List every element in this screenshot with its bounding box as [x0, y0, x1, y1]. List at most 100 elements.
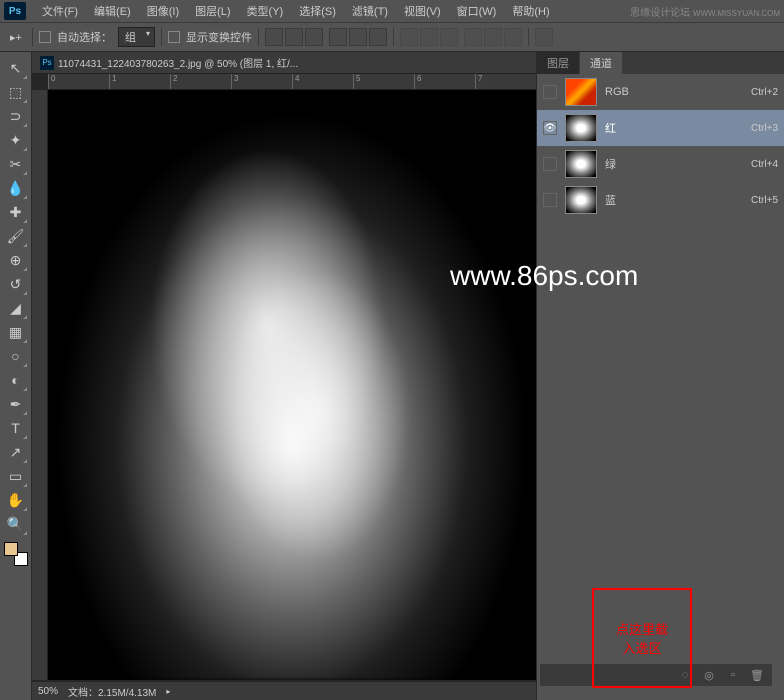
channel-rgb[interactable]: RGB Ctrl+2	[537, 74, 784, 110]
wand-tool-icon[interactable]: ✦	[4, 128, 28, 152]
eyedropper-tool-icon[interactable]: 💧	[4, 176, 28, 200]
divider	[32, 28, 33, 46]
align-button[interactable]	[369, 28, 387, 46]
toolbar: ↖ ⬚ ⊃ ✦ ✂ 💧 ✚ 🖌 ⊕ ↺ ◢ ▦ ○ ◐ ✒ T ↗ ▭ ✋ 🔍	[0, 52, 32, 700]
status-bar: 50% 文档：2.15M/4.13M ▸	[32, 682, 536, 700]
menu-view[interactable]: 视图(V)	[396, 3, 449, 19]
divider	[258, 28, 259, 46]
auto-select-label: 自动选择：	[57, 29, 112, 45]
dodge-tool-icon[interactable]: ◐	[4, 368, 28, 392]
brand-text: 思缘设计论坛 WWW.MISSYUAN.COM	[630, 4, 780, 19]
distribute-button	[420, 28, 438, 46]
auto-select-dropdown[interactable]: 组	[118, 27, 155, 47]
menu-file[interactable]: 文件(F)	[34, 3, 86, 19]
annotation-text: 点这里载	[616, 619, 668, 638]
new-channel-icon[interactable]: ▫	[726, 668, 740, 682]
crop-tool-icon[interactable]: ✂	[4, 152, 28, 176]
ruler-tick: 6	[414, 74, 475, 89]
zoom-tool-icon[interactable]: 🔍	[4, 512, 28, 536]
channel-name: 绿	[605, 156, 743, 172]
menu-edit[interactable]: 编辑(E)	[86, 3, 139, 19]
align-button[interactable]	[305, 28, 323, 46]
channel-thumbnail	[565, 186, 597, 214]
heal-tool-icon[interactable]: ✚	[4, 200, 28, 224]
color-swatches[interactable]	[4, 542, 28, 566]
save-selection-icon[interactable]: ◎	[702, 668, 716, 682]
distribute-group-2	[464, 28, 522, 46]
ruler-vertical	[32, 90, 48, 680]
align-button[interactable]	[285, 28, 303, 46]
align-button[interactable]	[349, 28, 367, 46]
menu-window[interactable]: 窗口(W)	[449, 3, 505, 19]
channel-red[interactable]: 👁 红 Ctrl+3	[537, 110, 784, 146]
pen-tool-icon[interactable]: ✒	[4, 392, 28, 416]
channel-thumbnail	[565, 150, 597, 178]
doc-title: 11074431_122403780263_2.jpg @ 50% (图层 1,…	[58, 55, 298, 70]
type-tool-icon[interactable]: T	[4, 416, 28, 440]
lasso-tool-icon[interactable]: ⊃	[4, 104, 28, 128]
channel-thumbnail	[565, 78, 597, 106]
menu-filter[interactable]: 滤镜(T)	[344, 3, 396, 19]
channel-shortcut: Ctrl+4	[751, 159, 778, 170]
ruler-tick: 3	[231, 74, 292, 89]
canvas-body	[32, 90, 536, 680]
annotation-box: 点这里载 入选区	[592, 588, 692, 688]
path-tool-icon[interactable]: ↗	[4, 440, 28, 464]
move-tool-icon[interactable]: ↖	[4, 56, 28, 80]
ruler-tick: 5	[353, 74, 414, 89]
channel-shortcut: Ctrl+3	[751, 123, 778, 134]
menu-select[interactable]: 选择(S)	[291, 3, 344, 19]
canvas[interactable]	[48, 90, 536, 680]
menu-image[interactable]: 图像(I)	[139, 3, 187, 19]
image-content	[48, 90, 536, 680]
tab-layers[interactable]: 图层	[537, 52, 579, 74]
channel-list: RGB Ctrl+2 👁 红 Ctrl+3 绿 Ctrl+4 蓝 Ctrl+5	[537, 74, 784, 218]
ruler-tick: 4	[292, 74, 353, 89]
menubar: Ps 文件(F) 编辑(E) 图像(I) 图层(L) 类型(Y) 选择(S) 滤…	[0, 0, 784, 22]
align-group-1	[265, 28, 323, 46]
distribute-button	[504, 28, 522, 46]
doc-icon: Ps	[40, 56, 54, 70]
divider	[528, 28, 529, 46]
channel-green[interactable]: 绿 Ctrl+4	[537, 146, 784, 182]
history-brush-tool-icon[interactable]: ↺	[4, 272, 28, 296]
visibility-toggle[interactable]	[543, 157, 557, 171]
channel-blue[interactable]: 蓝 Ctrl+5	[537, 182, 784, 218]
align-group-2	[329, 28, 387, 46]
channel-shortcut: Ctrl+5	[751, 195, 778, 206]
menu-type[interactable]: 类型(Y)	[239, 3, 292, 19]
zoom-level[interactable]: 50%	[38, 686, 58, 697]
eraser-tool-icon[interactable]: ◢	[4, 296, 28, 320]
visibility-toggle[interactable]	[543, 193, 557, 207]
hand-tool-icon[interactable]: ✋	[4, 488, 28, 512]
divider	[161, 28, 162, 46]
menu-help[interactable]: 帮助(H)	[504, 3, 557, 19]
channel-shortcut: Ctrl+2	[751, 87, 778, 98]
tab-channels[interactable]: 通道	[580, 52, 622, 74]
stamp-tool-icon[interactable]: ⊕	[4, 248, 28, 272]
delete-channel-icon[interactable]: 🗑	[750, 668, 764, 682]
shape-tool-icon[interactable]: ▭	[4, 464, 28, 488]
visibility-toggle[interactable]	[543, 85, 557, 99]
visibility-toggle[interactable]: 👁	[543, 121, 557, 135]
distribute-button	[440, 28, 458, 46]
auto-select-checkbox[interactable]	[39, 31, 51, 43]
gradient-tool-icon[interactable]: ▦	[4, 320, 28, 344]
document-tab[interactable]: Ps 11074431_122403780263_2.jpg @ 50% (图层…	[32, 52, 536, 74]
ruler-horizontal: 0 1 2 3 4 5 6 7	[48, 74, 536, 90]
move-tool-icon: ▸+	[6, 27, 26, 47]
channel-name: RGB	[605, 86, 743, 98]
foreground-color[interactable]	[4, 542, 18, 556]
align-button[interactable]	[265, 28, 283, 46]
menu-layer[interactable]: 图层(L)	[187, 3, 238, 19]
distribute-group-1	[400, 28, 458, 46]
blur-tool-icon[interactable]: ○	[4, 344, 28, 368]
panel-tabs: 图层 通道	[537, 52, 784, 74]
brush-tool-icon[interactable]: 🖌	[4, 224, 28, 248]
divider	[393, 28, 394, 46]
show-transform-checkbox[interactable]	[168, 31, 180, 43]
marquee-tool-icon[interactable]: ⬚	[4, 80, 28, 104]
align-button[interactable]	[329, 28, 347, 46]
show-transform-label: 显示变换控件	[186, 29, 252, 45]
doc-info: 文档：2.15M/4.13M	[68, 684, 156, 699]
